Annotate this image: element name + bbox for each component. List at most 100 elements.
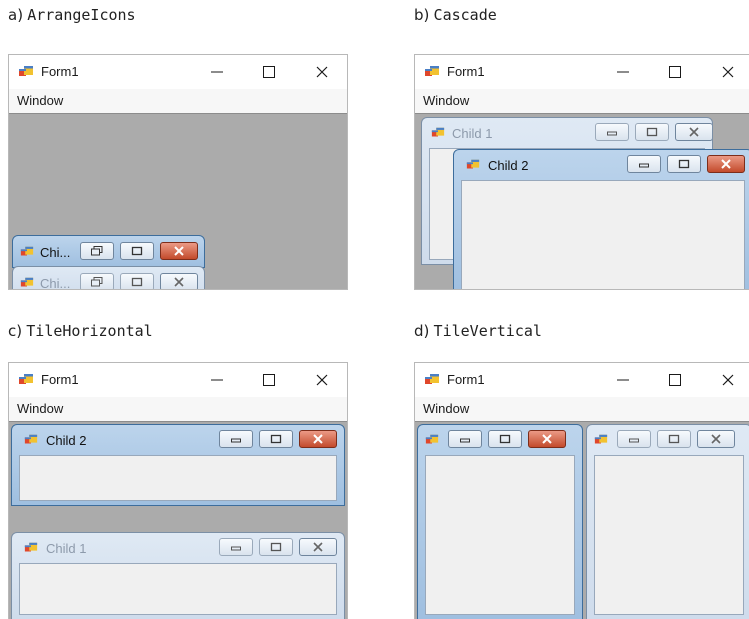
maximize-button[interactable] — [652, 55, 698, 89]
maximize-button[interactable] — [667, 155, 701, 173]
child-title: Child 1 — [452, 126, 493, 141]
maximize-button[interactable] — [652, 363, 698, 397]
maximize-button[interactable] — [259, 430, 293, 448]
app-icon — [20, 245, 34, 259]
caption-arrange-icons: a) ArrangeIcons — [8, 6, 136, 24]
close-button[interactable] — [697, 430, 735, 448]
form-title: Form1 — [41, 372, 79, 387]
app-icon — [424, 64, 440, 80]
minimize-button[interactable] — [627, 155, 661, 173]
caption-code: TileHorizontal — [26, 322, 153, 340]
close-button[interactable] — [160, 273, 198, 289]
maximize-button[interactable] — [657, 430, 691, 448]
close-icon — [722, 374, 734, 386]
close-button[interactable] — [299, 538, 337, 556]
app-icon — [18, 64, 34, 80]
maximize-icon — [270, 434, 282, 444]
close-button[interactable] — [160, 242, 198, 260]
close-button[interactable] — [707, 155, 745, 173]
form-titlebar[interactable]: Form1 — [415, 55, 749, 89]
restore-button[interactable] — [80, 273, 114, 289]
menu-bar: Window — [9, 89, 347, 113]
app-icon — [594, 433, 608, 447]
child-window-child-1[interactable]: Child 1 — [11, 532, 345, 619]
maximize-icon — [668, 434, 680, 444]
minimize-icon — [231, 546, 241, 551]
child-client-area — [594, 455, 744, 615]
form-title: Form1 — [41, 64, 79, 79]
mdi-client-area: Child 2 Child 1 — [9, 421, 347, 619]
minimize-button[interactable] — [219, 538, 253, 556]
close-icon — [316, 66, 328, 78]
child-window-right[interactable] — [586, 424, 749, 619]
close-button[interactable] — [705, 55, 749, 89]
minimize-button[interactable] — [617, 430, 651, 448]
minimize-icon — [617, 71, 629, 73]
form-titlebar[interactable]: Form1 — [415, 363, 749, 397]
close-button[interactable] — [528, 430, 566, 448]
caption-letter: b) — [414, 6, 430, 24]
close-icon — [542, 434, 552, 444]
child-window-child-2[interactable]: Child 2 — [453, 149, 749, 289]
menu-window[interactable]: Window — [17, 93, 63, 108]
app-icon — [466, 158, 480, 172]
minimize-button[interactable] — [448, 430, 482, 448]
close-button[interactable] — [299, 363, 345, 397]
child-client-area — [19, 455, 337, 501]
caption-tile-vertical: d) TileVertical — [414, 322, 542, 340]
minimize-button[interactable] — [595, 123, 629, 141]
maximize-button[interactable] — [635, 123, 669, 141]
close-button[interactable] — [299, 55, 345, 89]
mdi-client-area — [415, 421, 749, 619]
minimize-button[interactable] — [194, 363, 240, 397]
minimized-child-inactive[interactable]: Chi... — [12, 266, 205, 290]
app-icon — [20, 276, 34, 290]
close-button[interactable] — [675, 123, 712, 141]
form-titlebar[interactable]: Form1 — [9, 55, 347, 89]
maximize-icon — [270, 542, 282, 552]
caption-code: Cascade — [433, 6, 497, 24]
menu-window[interactable]: Window — [423, 401, 469, 416]
maximize-button[interactable] — [488, 430, 522, 448]
child-client-area — [425, 455, 575, 615]
minimize-button[interactable] — [194, 55, 240, 89]
close-icon — [711, 434, 721, 444]
close-icon — [721, 159, 731, 169]
minimize-icon — [460, 438, 470, 443]
maximize-button[interactable] — [120, 273, 154, 289]
minimize-button[interactable] — [600, 363, 646, 397]
maximize-icon — [263, 66, 275, 78]
caption-code: ArrangeIcons — [27, 6, 136, 24]
caption-code: TileVertical — [433, 322, 542, 340]
minimize-button[interactable] — [600, 55, 646, 89]
maximize-icon — [131, 246, 143, 256]
minimize-button[interactable] — [219, 430, 253, 448]
maximize-button[interactable] — [120, 242, 154, 260]
menu-bar: Window — [415, 397, 749, 421]
minimize-icon — [629, 438, 639, 443]
menu-window[interactable]: Window — [17, 401, 63, 416]
app-icon — [425, 433, 439, 447]
restore-icon — [91, 246, 103, 256]
child-title: Child 1 — [46, 541, 87, 556]
menu-bar: Window — [9, 397, 347, 421]
maximize-button[interactable] — [246, 55, 292, 89]
menu-window[interactable]: Window — [423, 93, 469, 108]
restore-button[interactable] — [80, 242, 114, 260]
close-icon — [313, 434, 323, 444]
close-button[interactable] — [299, 430, 337, 448]
close-icon — [689, 127, 699, 137]
maximize-button[interactable] — [259, 538, 293, 556]
minimize-icon — [211, 71, 223, 73]
mdi-client-area: Chi... Chi... — [9, 113, 347, 289]
child-window-child-2[interactable]: Child 2 — [11, 424, 345, 506]
minimized-child-active[interactable]: Chi... — [12, 235, 205, 268]
caption-tile-horizontal: c) TileHorizontal — [8, 322, 153, 340]
form-titlebar[interactable]: Form1 — [9, 363, 347, 397]
child-window-left[interactable] — [417, 424, 583, 619]
close-button[interactable] — [705, 363, 749, 397]
child-title: Chi... — [40, 245, 71, 260]
maximize-button[interactable] — [246, 363, 292, 397]
close-icon — [313, 542, 323, 552]
child-title: Child 2 — [46, 433, 87, 448]
